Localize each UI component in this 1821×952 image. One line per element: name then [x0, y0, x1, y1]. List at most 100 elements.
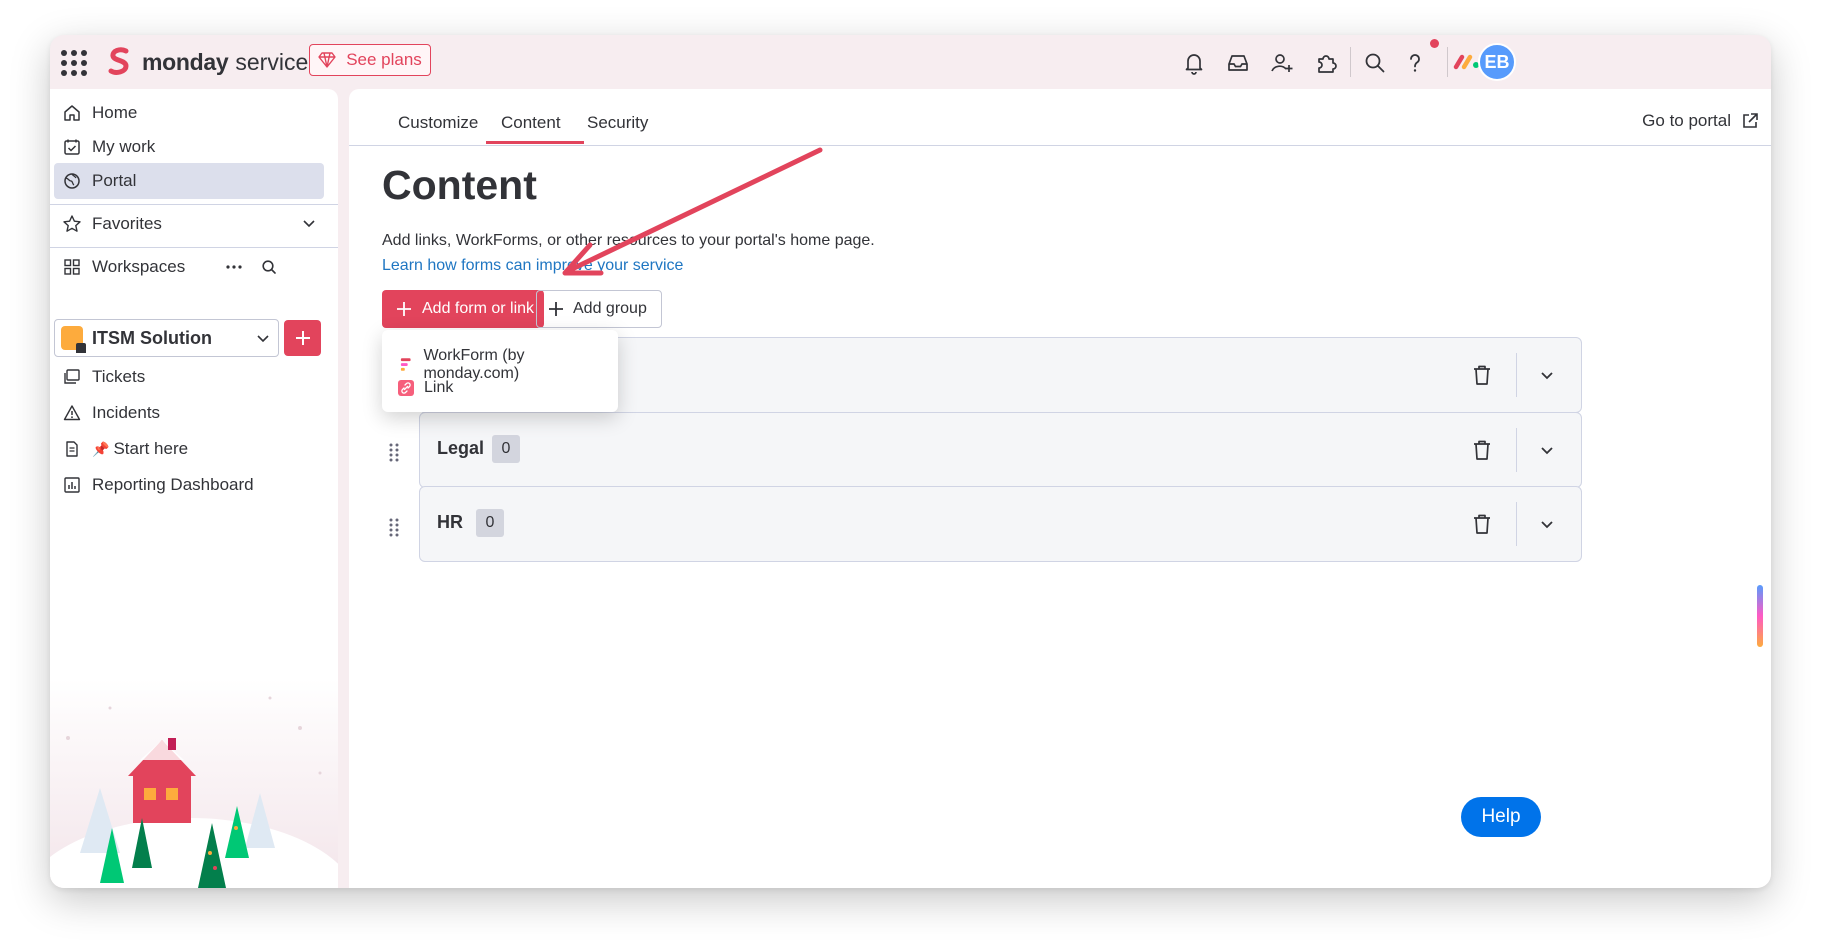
tabs-bar: Customize Content Security Go to portal [349, 89, 1771, 146]
page-title: Content [382, 162, 537, 208]
sidebar-item-start-here[interactable]: 📌 Start here [54, 431, 324, 467]
workform-icon [400, 358, 411, 371]
sidebar-item-label: Start here [113, 439, 189, 458]
chevron-down-icon[interactable] [1537, 366, 1557, 386]
sidebar-item-incidents[interactable]: Incidents [54, 395, 324, 431]
add-form-or-link-button[interactable]: Add form or link [382, 290, 544, 328]
sidebar-item-tickets[interactable]: Tickets [54, 359, 324, 395]
brand-name: monday [142, 48, 229, 75]
chevron-down-icon[interactable] [1537, 441, 1557, 461]
tab-security[interactable]: Security [587, 113, 648, 133]
workspace-search-icon[interactable] [261, 259, 277, 275]
menu-item-link[interactable]: Link [398, 379, 453, 397]
favorites-label: Favorites [92, 214, 162, 233]
integrations-puzzle-icon[interactable] [1313, 50, 1339, 76]
main-content: Customize Content Security Go to portal … [349, 89, 1771, 888]
monday-service-logo-icon [108, 47, 129, 75]
see-plans-button[interactable]: See plans [309, 44, 431, 76]
sidebar-item-portal[interactable]: Portal [54, 163, 324, 199]
learn-more-link[interactable]: Learn how forms can improve your service [382, 257, 683, 275]
sidebar-item-label: Home [92, 103, 138, 122]
brand-product: service [235, 48, 309, 75]
calendar-check-icon [62, 137, 82, 157]
workspaces-grid-icon [62, 257, 82, 277]
invite-user-icon[interactable] [1269, 50, 1295, 76]
sidebar-item-my-work[interactable]: My work [54, 129, 324, 165]
add-to-workspace-button[interactable] [284, 320, 321, 356]
drag-handle-icon[interactable] [387, 516, 401, 538]
diamond-icon [318, 52, 336, 68]
plus-icon [295, 331, 310, 345]
plus-icon [549, 302, 563, 316]
help-question-icon[interactable] [1402, 50, 1428, 76]
plus-icon [397, 302, 411, 316]
drag-handle-icon[interactable] [387, 441, 401, 463]
board-icon [62, 367, 82, 387]
home-icon [62, 103, 82, 123]
app-window: monday service See plans EB Home My work… [50, 35, 1771, 888]
trash-icon[interactable] [1470, 438, 1494, 462]
menu-item-label: WorkForm (by monday.com) [423, 347, 525, 382]
chevron-down-icon [303, 220, 315, 228]
page-description: Add links, WorkForms, or other resources… [382, 232, 875, 249]
workspaces-header: Workspaces [54, 249, 334, 285]
chevron-down-icon [257, 335, 269, 343]
warning-icon [62, 403, 82, 423]
notification-dot [1430, 39, 1439, 48]
trash-icon[interactable] [1470, 363, 1494, 387]
sidebar-item-label: My work [92, 137, 156, 156]
go-to-portal-label: Go to portal [1642, 111, 1731, 130]
group-count-badge: 0 [492, 435, 520, 463]
bell-icon[interactable] [1181, 50, 1207, 76]
content-group-hr[interactable]: HR 0 [419, 486, 1582, 562]
workspace-badge-icon [61, 326, 86, 353]
see-plans-label: See plans [346, 50, 422, 69]
apps-grid-icon[interactable] [61, 50, 87, 76]
search-icon[interactable] [1362, 50, 1388, 76]
group-divider [1516, 428, 1517, 472]
sidebar-divider [50, 204, 338, 205]
trash-icon[interactable] [1470, 512, 1494, 536]
group-count-badge: 0 [476, 509, 504, 537]
workspace-selector[interactable]: ITSM Solution [54, 319, 279, 357]
monday-logo-icon[interactable] [1453, 50, 1481, 72]
link-icon [398, 380, 414, 396]
sidebar-item-label: Incidents [92, 403, 161, 422]
add-form-dropdown-menu: WorkForm (by monday.com) Link [382, 330, 618, 412]
active-tab-indicator [486, 141, 584, 144]
group-name: Legal [437, 438, 485, 458]
side-widget-accent[interactable] [1757, 585, 1763, 647]
chevron-down-icon[interactable] [1537, 515, 1557, 535]
add-group-label: Add group [573, 300, 647, 317]
sidebar-item-reporting-dashboard[interactable]: Reporting Dashboard [54, 467, 324, 503]
menu-item-workform[interactable]: WorkForm (by monday.com) [398, 347, 618, 383]
pushpin-emoji: 📌 [92, 440, 110, 457]
sidebar-item-home[interactable]: Home [54, 95, 324, 131]
content-group-legal[interactable]: Legal 0 [419, 412, 1582, 488]
topbar-divider [1350, 47, 1351, 77]
external-link-icon [1743, 113, 1758, 128]
go-to-portal-link[interactable]: Go to portal [1642, 111, 1759, 131]
top-bar: monday service See plans EB [50, 35, 1771, 89]
group-name: HR [437, 512, 463, 532]
sidebar-item-label: Portal [92, 171, 137, 190]
favorites-toggle[interactable]: Favorites [54, 206, 324, 242]
topbar-divider [1447, 47, 1448, 77]
add-group-button[interactable]: Add group [536, 290, 662, 328]
tab-customize[interactable]: Customize [398, 113, 478, 133]
workspaces-label: Workspaces [92, 257, 186, 276]
winter-illustration [50, 678, 338, 888]
user-avatar[interactable]: EB [1478, 43, 1516, 81]
help-button[interactable]: Help [1461, 797, 1541, 837]
sidebar-item-label: Tickets [92, 367, 146, 386]
more-options-icon[interactable] [226, 265, 242, 269]
brand[interactable]: monday service [106, 47, 308, 77]
document-icon [62, 439, 82, 459]
inbox-icon[interactable] [1225, 50, 1251, 76]
add-form-or-link-label: Add form or link [422, 300, 535, 317]
star-icon [62, 214, 82, 234]
menu-item-label: Link [424, 379, 454, 396]
sidebar-item-label: Reporting Dashboard [92, 475, 254, 494]
group-divider [1516, 353, 1517, 397]
tab-content[interactable]: Content [501, 113, 561, 133]
